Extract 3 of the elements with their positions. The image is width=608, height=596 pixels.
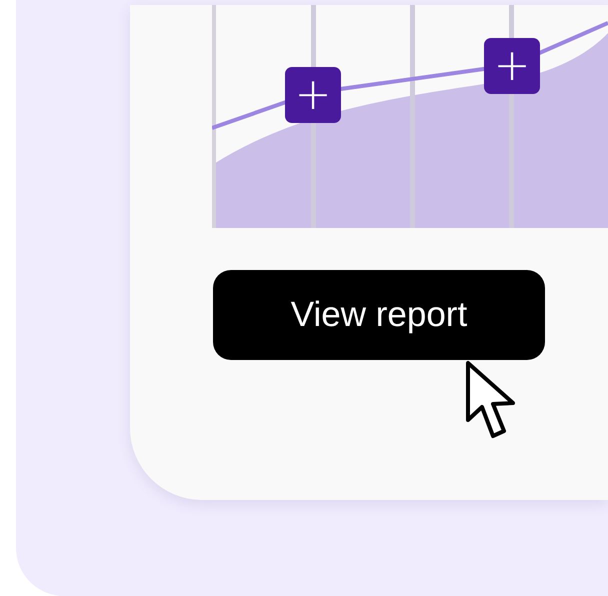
add-button[interactable]: +: [285, 67, 341, 123]
add-button[interactable]: +: [484, 38, 540, 94]
view-report-button[interactable]: View report: [213, 270, 545, 360]
